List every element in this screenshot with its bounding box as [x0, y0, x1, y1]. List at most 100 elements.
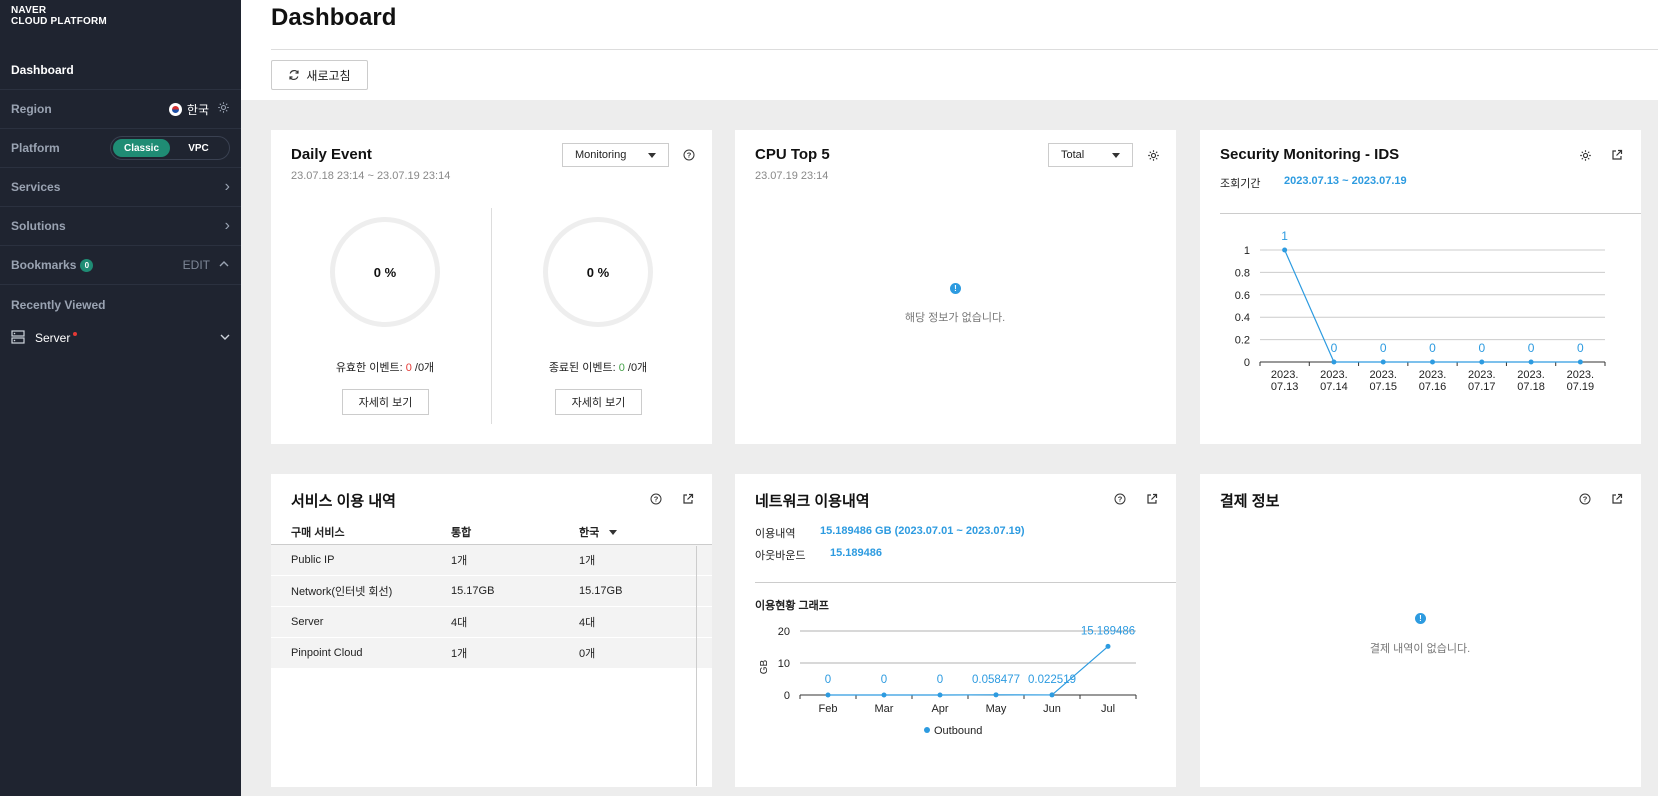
column-header-label: 한국 — [579, 526, 600, 539]
help-icon[interactable]: ? — [649, 492, 663, 506]
data-label: 0 — [937, 674, 943, 686]
sidebar-item-services[interactable]: Services › — [0, 168, 241, 207]
logo[interactable]: NAVER CLOUD PLATFORM — [11, 5, 107, 27]
x-tick-label: 07.19 — [1567, 381, 1595, 393]
sidebar-item-solutions[interactable]: Solutions › — [0, 207, 241, 246]
refresh-label: 새로고침 — [306, 68, 351, 83]
gear-icon[interactable] — [1146, 148, 1160, 162]
event-period: 23.07.18 23:14 ~ 23.07.19 23:14 — [291, 170, 451, 182]
x-tick-label: 2023. — [1419, 369, 1447, 381]
x-tick-label: Jul — [1101, 703, 1115, 715]
x-tick-label: Feb — [819, 703, 838, 715]
refresh-icon — [289, 69, 300, 81]
data-point — [1577, 359, 1583, 365]
table-row: Pinpoint Cloud 1개 0개 — [271, 637, 712, 669]
table-row: Server 4대 4대 — [271, 606, 712, 638]
help-icon[interactable]: ? — [1113, 492, 1127, 506]
data-point — [937, 692, 943, 698]
divider — [755, 582, 1176, 583]
x-tick-label: May — [986, 703, 1007, 715]
table-row: Public IP 1개 1개 — [271, 544, 712, 576]
external-link-icon[interactable] — [1610, 492, 1624, 506]
column-header-sortable[interactable]: 한국 — [559, 520, 712, 545]
sidebar-item-dashboard[interactable]: Dashboard — [0, 51, 241, 90]
ended-event-ring: 0 % — [543, 217, 653, 327]
chevron-right-icon: › — [224, 178, 230, 195]
x-tick-label: 2023. — [1271, 369, 1299, 381]
table-cell: Pinpoint Cloud — [271, 637, 431, 669]
help-icon[interactable]: ? — [1578, 492, 1592, 506]
empty-message: 결제 내역이 없습니다. — [1369, 643, 1471, 655]
data-label: 0 — [1478, 341, 1485, 355]
platform-toggle[interactable]: Classic VPC — [110, 136, 230, 160]
external-link-icon[interactable] — [681, 492, 695, 506]
external-link-icon[interactable] — [1145, 492, 1159, 506]
x-tick-label: 07.17 — [1468, 381, 1496, 393]
y-tick-label: 20 — [778, 626, 790, 638]
ended-event-summary: 종료된 이벤트: 0 /0개 — [498, 359, 698, 375]
table-cell: 4대 — [559, 606, 712, 638]
bookmarks-edit-link[interactable]: EDIT — [183, 258, 210, 272]
valid-event-ring: 0 % — [330, 217, 440, 327]
period-value: 2023.07.13 ~ 2023.07.19 — [1284, 175, 1407, 187]
cpu-scope-select[interactable]: Total — [1048, 143, 1133, 167]
legend-label: Outbound — [934, 725, 982, 737]
data-point — [881, 692, 887, 698]
platform-option-classic[interactable]: Classic — [113, 139, 170, 157]
table-cell: 1개 — [431, 544, 559, 576]
cpu-top5-card: CPU Top 5 23.07.19 23:14 Total ! 해당 정보가 … — [735, 130, 1176, 444]
valid-event-detail-button[interactable]: 자세히 보기 — [342, 389, 429, 415]
service-usage-table: 구매 서비스 통합 한국 Public IP 1개 1개 Network(인터넷… — [271, 520, 712, 669]
data-label: 0 — [1577, 341, 1584, 355]
region-selector[interactable]: 한국 — [168, 101, 209, 118]
info-icon: ! — [1415, 613, 1426, 624]
y-axis-label: GB — [759, 659, 770, 674]
ids-line-chart: 00.20.40.60.8112023.07.1302023.07.140202… — [1235, 230, 1606, 393]
chevron-down-icon[interactable] — [219, 331, 231, 346]
usage-label: 이용내역 — [755, 528, 796, 540]
gear-icon[interactable] — [217, 101, 230, 117]
external-link-icon[interactable] — [1610, 148, 1624, 162]
card-title: 결제 정보 — [1220, 493, 1280, 510]
svg-text:?: ? — [654, 495, 659, 504]
usage-value: 15.189486 GB (2023.07.01 ~ 2023.07.19) — [820, 525, 1025, 537]
series-line — [828, 645, 1109, 696]
data-point — [1528, 359, 1534, 365]
empty-message: 해당 정보가 없습니다. — [904, 312, 1006, 324]
y-tick-label: 0.4 — [1235, 312, 1250, 324]
card-title: 서비스 이용 내역 — [291, 493, 396, 510]
valid-event-percent: 0 % — [373, 264, 397, 280]
gear-icon[interactable] — [1578, 148, 1592, 162]
graph-title: 이용현황 그래프 — [755, 600, 829, 612]
x-tick-label: 07.14 — [1320, 381, 1348, 393]
sidebar-item-bookmarks[interactable]: Bookmarks 0 EDIT — [0, 246, 241, 285]
server-icon — [11, 329, 25, 347]
page-title: Dashboard — [271, 4, 397, 31]
daily-event-card: Daily Event 23.07.18 23:14 ~ 23.07.19 23… — [271, 130, 712, 444]
caret-down-icon — [609, 530, 618, 536]
ended-event-detail-button[interactable]: 자세히 보기 — [555, 389, 642, 415]
sidebar-item-label: Dashboard — [11, 63, 74, 77]
data-point — [1430, 359, 1435, 365]
recently-viewed-label: Recently Viewed — [11, 297, 106, 312]
event-type-select[interactable]: Monitoring — [562, 143, 669, 167]
data-label: 0 — [881, 674, 887, 686]
data-point — [825, 692, 831, 698]
sidebar-item-label: Services — [11, 180, 61, 194]
x-tick-label: 2023. — [1369, 369, 1397, 381]
x-tick-label: 07.16 — [1419, 381, 1447, 393]
table-cell: 4대 — [431, 606, 559, 638]
data-point — [1479, 359, 1485, 365]
table-cell: Public IP — [271, 544, 431, 576]
platform-option-vpc[interactable]: VPC — [170, 139, 227, 157]
refresh-button[interactable]: 새로고침 — [271, 60, 368, 90]
help-icon[interactable]: ? — [682, 148, 696, 162]
caret-down-icon — [648, 152, 656, 158]
card-title: Daily Event — [291, 146, 372, 163]
x-tick-label: 07.15 — [1369, 381, 1397, 393]
recent-item-server[interactable]: Server — [11, 327, 231, 349]
card-title: CPU Top 5 — [755, 146, 830, 163]
caret-down-icon — [1112, 152, 1120, 158]
scrollbar-track[interactable] — [696, 546, 697, 786]
chevron-up-icon[interactable] — [218, 258, 230, 273]
